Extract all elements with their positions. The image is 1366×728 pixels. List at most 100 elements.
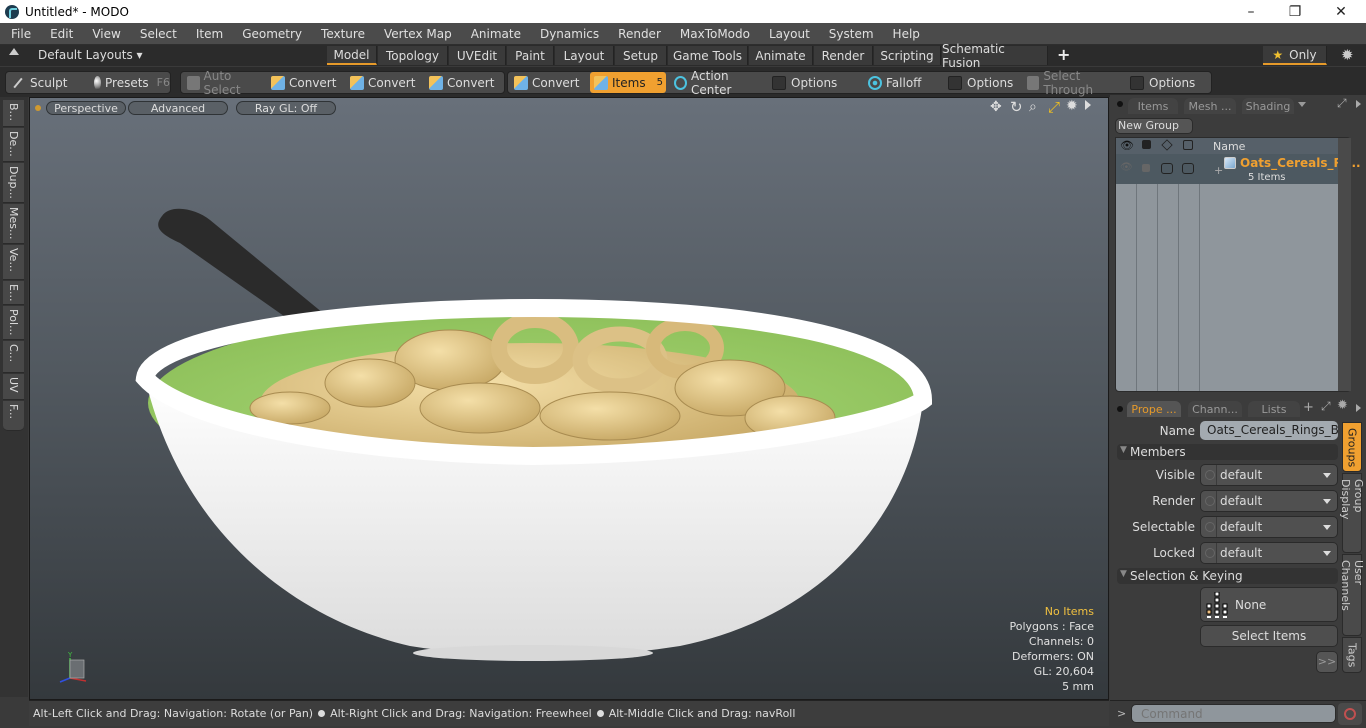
tab-topology[interactable]: Topology — [378, 46, 448, 65]
visible-dropdown[interactable]: default — [1200, 464, 1338, 486]
tab-game-tools[interactable]: Game Tools — [668, 46, 748, 65]
close-button[interactable]: ✕ — [1318, 0, 1364, 23]
select-items-button[interactable]: Select Items — [1200, 625, 1338, 647]
tab-scripting[interactable]: Scripting — [874, 46, 941, 65]
selectable-dropdown[interactable]: default — [1200, 516, 1338, 538]
menu-vertex-map[interactable]: Vertex Map — [373, 27, 460, 41]
action-center-button[interactable]: Action Center — [670, 69, 765, 97]
side-tab-user-channels[interactable]: User Channels — [1339, 554, 1365, 636]
tool-tab-curve[interactable]: C... — [3, 341, 24, 373]
tab-mesh[interactable]: Mesh ... — [1184, 98, 1236, 114]
convert-button-4[interactable]: Convert — [510, 72, 588, 93]
selection-keying-section-header[interactable]: ▼ Selection & Keying — [1117, 568, 1338, 584]
options-button-2[interactable]: Options — [944, 72, 1022, 93]
menu-layout[interactable]: Layout — [758, 27, 818, 41]
more-button[interactable]: >> — [1316, 651, 1338, 673]
tab-animate[interactable]: Animate — [749, 46, 813, 65]
new-group-button[interactable]: New Group — [1115, 118, 1193, 134]
options-button-1[interactable]: Options — [768, 72, 860, 93]
menu-view[interactable]: View — [81, 27, 128, 41]
panel-arrow-icon[interactable] — [1356, 404, 1361, 412]
tab-shading[interactable]: Shading — [1242, 98, 1294, 114]
locked-dropdown[interactable]: default — [1200, 542, 1338, 564]
visibility-column-icon[interactable]: 👁 — [1120, 139, 1134, 152]
collapse-icon[interactable] — [9, 48, 19, 55]
menu-render[interactable]: Render — [607, 27, 669, 41]
item-list[interactable]: 👁 Name 👁 + Oats_Cereals_Ri... 5 Items — [1115, 137, 1361, 392]
layouts-dropdown[interactable]: Default Layouts ▾ — [38, 48, 143, 62]
render-toggle[interactable] — [1142, 164, 1150, 172]
menu-system[interactable]: System — [818, 27, 882, 41]
minimize-button[interactable]: – — [1228, 0, 1274, 23]
side-tab-tags[interactable]: Tags — [1342, 637, 1362, 673]
tab-channels[interactable]: Chann... — [1188, 401, 1242, 417]
visibility-toggle[interactable]: 👁 — [1120, 162, 1133, 173]
menu-animate[interactable]: Animate — [460, 27, 529, 41]
falloff-button[interactable]: Falloff — [864, 72, 942, 93]
expand-toggle[interactable]: + — [1214, 164, 1223, 177]
menu-file[interactable]: File — [0, 27, 39, 41]
convert-button-2[interactable]: Convert — [346, 72, 424, 93]
side-tab-groups[interactable]: Groups — [1342, 422, 1362, 472]
add-tab-button[interactable]: + — [1057, 45, 1070, 64]
select-column-icon[interactable] — [1183, 140, 1193, 150]
panel-menu-dot[interactable] — [1117, 406, 1123, 412]
tool-tab-deform[interactable]: De... — [3, 128, 24, 162]
record-button[interactable] — [1338, 703, 1362, 725]
tool-tab-uv[interactable]: UV — [3, 374, 24, 400]
tool-tab-fusion[interactable]: F... — [3, 401, 24, 431]
add-tab-button[interactable]: + — [1303, 400, 1314, 415]
tool-tab-mesh[interactable]: Mes... — [3, 204, 24, 244]
tool-tab-basic[interactable]: B... — [3, 100, 24, 127]
menu-maxtomodo[interactable]: MaxToModo — [669, 27, 758, 41]
tab-render[interactable]: Render — [814, 46, 873, 65]
panel-arrow-icon[interactable] — [1356, 100, 1361, 108]
menu-select[interactable]: Select — [129, 27, 185, 41]
render-column-icon[interactable] — [1142, 140, 1151, 149]
tool-tab-polygon[interactable]: Pol... — [3, 306, 24, 340]
tool-tab-duplicate[interactable]: Dup... — [3, 163, 24, 203]
auto-select-button[interactable]: Auto Select — [183, 69, 265, 97]
group-name-input[interactable]: Oats_Cereals_Rings_Brea — [1200, 421, 1338, 440]
tool-tab-edge[interactable]: E... — [3, 281, 24, 305]
3d-viewport[interactable]: Perspective Advanced Ray GL: Off ✥ ↻ ⌕ ⤢… — [29, 97, 1109, 700]
restore-button[interactable]: ❐ — [1272, 0, 1318, 23]
menu-edit[interactable]: Edit — [39, 27, 81, 41]
members-section-header[interactable]: ▼ Members — [1117, 444, 1338, 460]
tab-overflow-icon[interactable] — [1298, 102, 1306, 107]
tool-tab-vertex[interactable]: Ve... — [3, 245, 24, 280]
selection-set-button[interactable]: None — [1200, 587, 1338, 622]
tab-uvedit[interactable]: UVEdit — [449, 46, 506, 65]
name-column-header[interactable]: Name — [1213, 140, 1245, 153]
tab-paint[interactable]: Paint — [507, 46, 554, 65]
convert-button-1[interactable]: Convert — [267, 72, 345, 93]
menu-geometry[interactable]: Geometry — [231, 27, 310, 41]
panel-maximize-icon[interactable]: ⤢ — [1337, 96, 1347, 111]
items-mode-button[interactable]: Items 5 — [590, 72, 666, 93]
tab-layout[interactable]: Layout — [555, 46, 614, 65]
tab-model[interactable]: Model — [327, 46, 377, 65]
menu-item[interactable]: Item — [185, 27, 231, 41]
lock-toggle[interactable] — [1161, 163, 1173, 174]
options-button-3[interactable]: Options — [1126, 72, 1206, 93]
menu-dynamics[interactable]: Dynamics — [529, 27, 607, 41]
render-dropdown[interactable]: default — [1200, 490, 1338, 512]
tab-setup[interactable]: Setup — [615, 46, 667, 65]
panel-maximize-icon[interactable]: ⤢ — [1321, 399, 1331, 414]
gear-icon[interactable]: ✹ — [1341, 46, 1354, 64]
only-favorites-toggle[interactable]: ★ Only — [1263, 46, 1327, 65]
tab-properties[interactable]: Prope ... — [1127, 401, 1181, 417]
convert-button-3[interactable]: Convert — [425, 72, 503, 93]
sculpt-button[interactable]: Sculpt — [8, 72, 88, 93]
tab-schematic-fusion[interactable]: Schematic Fusion — [942, 42, 1048, 70]
panel-gear-icon[interactable]: ✹ — [1337, 398, 1348, 413]
item-row[interactable]: 👁 + Oats_Cereals_Ri... 5 Items — [1116, 154, 1361, 184]
menu-texture[interactable]: Texture — [310, 27, 373, 41]
select-toggle[interactable] — [1182, 163, 1194, 174]
side-tab-group-display[interactable]: Group Display — [1339, 473, 1365, 553]
panel-menu-dot[interactable] — [1117, 101, 1123, 107]
presets-button[interactable]: Presets F6 — [90, 72, 170, 93]
tab-lists[interactable]: Lists — [1248, 401, 1300, 417]
command-input[interactable] — [1131, 704, 1336, 723]
select-through-button[interactable]: Select Through — [1023, 69, 1123, 97]
